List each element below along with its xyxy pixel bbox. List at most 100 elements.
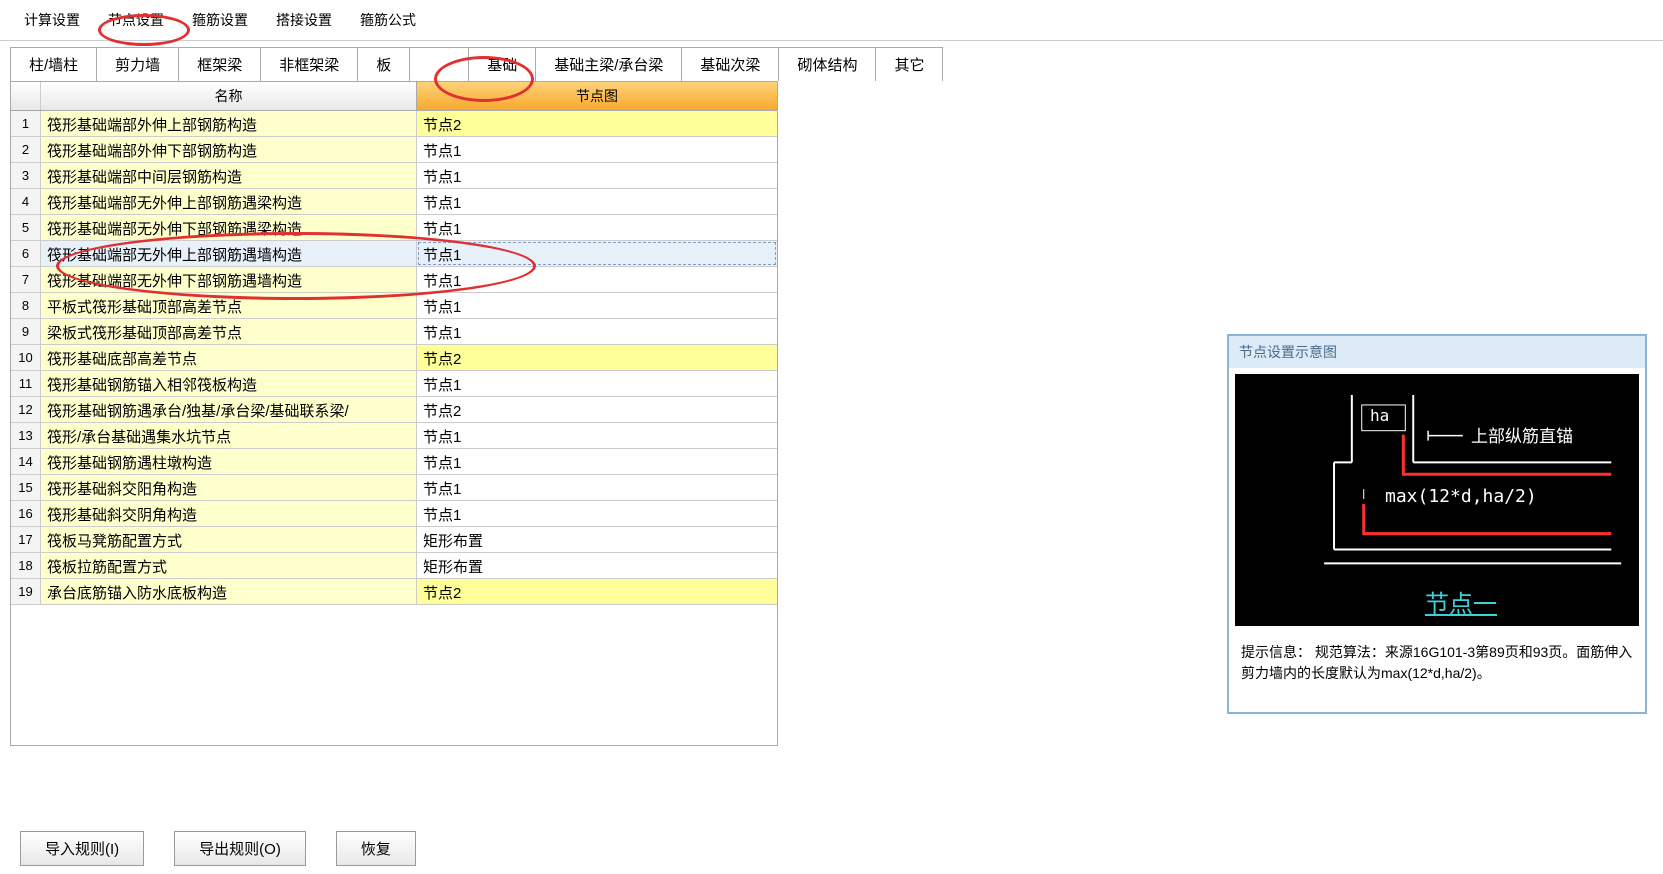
table-row[interactable]: 17筏板马凳筋配置方式矩形布置 bbox=[11, 527, 777, 553]
table-row[interactable]: 8平板式筏形基础顶部高差节点节点1 bbox=[11, 293, 777, 319]
menubar: 计算设置 节点设置 箍筋设置 搭接设置 箍筋公式 bbox=[0, 0, 1663, 41]
row-name-cell[interactable]: 筏形基础端部无外伸下部钢筋遇墙构造 bbox=[41, 267, 417, 292]
table-row[interactable]: 2筏形基础端部外伸下部钢筋构造节点1 bbox=[11, 137, 777, 163]
row-name-cell[interactable]: 筏形基础端部外伸上部钢筋构造 bbox=[41, 111, 417, 136]
row-node-cell[interactable]: 节点1 bbox=[417, 293, 777, 318]
node-table: 名称 节点图 1筏形基础端部外伸上部钢筋构造节点22筏形基础端部外伸下部钢筋构造… bbox=[10, 81, 778, 746]
tab-slab[interactable]: 板 bbox=[357, 47, 410, 81]
row-number: 7 bbox=[11, 267, 41, 292]
tab-masonry[interactable]: 砌体结构 bbox=[778, 47, 876, 81]
row-name-cell[interactable]: 平板式筏形基础顶部高差节点 bbox=[41, 293, 417, 318]
row-name-cell[interactable]: 筏形基础底部高差节点 bbox=[41, 345, 417, 370]
header-rownum bbox=[11, 82, 41, 110]
row-node-cell[interactable]: 节点1 bbox=[417, 319, 777, 344]
row-node-cell[interactable]: 节点1 bbox=[417, 501, 777, 526]
row-number: 10 bbox=[11, 345, 41, 370]
row-node-cell[interactable]: 节点1 bbox=[417, 475, 777, 500]
tab-other[interactable]: 其它 bbox=[875, 47, 943, 81]
row-number: 9 bbox=[11, 319, 41, 344]
table-row[interactable]: 4筏形基础端部无外伸上部钢筋遇梁构造节点1 bbox=[11, 189, 777, 215]
row-name-cell[interactable]: 筏形基础端部无外伸下部钢筋遇梁构造 bbox=[41, 215, 417, 240]
row-number: 12 bbox=[11, 397, 41, 422]
table-row[interactable]: 1筏形基础端部外伸上部钢筋构造节点2 bbox=[11, 111, 777, 137]
row-name-cell[interactable]: 筏板拉筋配置方式 bbox=[41, 553, 417, 578]
table-row[interactable]: 6筏形基础端部无外伸上部钢筋遇墙构造节点1 bbox=[11, 241, 777, 267]
tabbar: 柱/墙柱 剪力墙 框架梁 非框架梁 板 基础 基础主梁/承台梁 基础次梁 砌体结… bbox=[0, 41, 1663, 81]
tab-frame-beam[interactable]: 框架梁 bbox=[178, 47, 261, 81]
row-name-cell[interactable]: 筏形基础钢筋锚入相邻筏板构造 bbox=[41, 371, 417, 396]
row-node-cell[interactable]: 矩形布置 bbox=[417, 527, 777, 552]
row-node-cell[interactable]: 节点1 bbox=[417, 189, 777, 214]
tab-non-frame-beam[interactable]: 非框架梁 bbox=[260, 47, 358, 81]
diagram-upper-anchor-label: 上部纵筋直锚 bbox=[1471, 422, 1573, 447]
table-row[interactable]: 5筏形基础端部无外伸下部钢筋遇梁构造节点1 bbox=[11, 215, 777, 241]
row-node-cell[interactable]: 节点1 bbox=[417, 241, 777, 266]
tab-foundation-secondary-beam[interactable]: 基础次梁 bbox=[681, 47, 779, 81]
row-node-cell[interactable]: 节点1 bbox=[417, 137, 777, 162]
row-number: 3 bbox=[11, 163, 41, 188]
table-row[interactable]: 12筏形基础钢筋遇承台/独基/承台梁/基础联系梁/节点2 bbox=[11, 397, 777, 423]
row-name-cell[interactable]: 筏形基础端部无外伸上部钢筋遇墙构造 bbox=[41, 241, 417, 266]
tab-foundation-main-beam[interactable]: 基础主梁/承台梁 bbox=[535, 47, 682, 81]
row-name-cell[interactable]: 筏形基础钢筋遇柱墩构造 bbox=[41, 449, 417, 474]
restore-button[interactable]: 恢复 bbox=[336, 831, 416, 866]
menu-lap-settings[interactable]: 搭接设置 bbox=[262, 4, 346, 36]
row-node-cell[interactable]: 节点1 bbox=[417, 215, 777, 240]
row-number: 8 bbox=[11, 293, 41, 318]
table-row[interactable]: 11筏形基础钢筋锚入相邻筏板构造节点1 bbox=[11, 371, 777, 397]
row-node-cell[interactable]: 节点1 bbox=[417, 267, 777, 292]
menu-stirrup-formula[interactable]: 箍筋公式 bbox=[346, 4, 430, 36]
row-number: 2 bbox=[11, 137, 41, 162]
row-number: 4 bbox=[11, 189, 41, 214]
row-node-cell[interactable]: 节点1 bbox=[417, 449, 777, 474]
row-number: 6 bbox=[11, 241, 41, 266]
row-name-cell[interactable]: 筏形基础端部外伸下部钢筋构造 bbox=[41, 137, 417, 162]
bottom-button-bar: 导入规则(I) 导出规则(O) 恢复 bbox=[20, 831, 416, 866]
row-node-cell[interactable]: 节点2 bbox=[417, 345, 777, 370]
row-node-cell[interactable]: 节点1 bbox=[417, 163, 777, 188]
row-name-cell[interactable]: 筏形基础斜交阴角构造 bbox=[41, 501, 417, 526]
row-node-cell[interactable]: 节点2 bbox=[417, 579, 777, 604]
row-name-cell[interactable]: 梁板式筏形基础顶部高差节点 bbox=[41, 319, 417, 344]
diagram-formula-label: max(12*d,ha/2) bbox=[1385, 486, 1537, 507]
table-row[interactable]: 9梁板式筏形基础顶部高差节点节点1 bbox=[11, 319, 777, 345]
diagram-title: 节点设置示意图 bbox=[1229, 336, 1645, 368]
table-row[interactable]: 18筏板拉筋配置方式矩形布置 bbox=[11, 553, 777, 579]
table-row[interactable]: 16筏形基础斜交阴角构造节点1 bbox=[11, 501, 777, 527]
tab-shear-wall[interactable]: 剪力墙 bbox=[96, 47, 179, 81]
diagram-info: 提示信息： 规范算法：来源16G101-3第89页和93页。面筋伸入剪力墙内的长… bbox=[1229, 632, 1645, 712]
tab-foundation[interactable]: 基础 bbox=[468, 47, 536, 81]
header-name: 名称 bbox=[41, 82, 417, 110]
row-name-cell[interactable]: 筏形基础斜交阳角构造 bbox=[41, 475, 417, 500]
table-row[interactable]: 3筏形基础端部中间层钢筋构造节点1 bbox=[11, 163, 777, 189]
row-node-cell[interactable]: 节点1 bbox=[417, 423, 777, 448]
menu-rebar-settings[interactable]: 箍筋设置 bbox=[178, 4, 262, 36]
table-header: 名称 节点图 bbox=[11, 82, 777, 111]
row-node-cell[interactable]: 矩形布置 bbox=[417, 553, 777, 578]
export-rules-button[interactable]: 导出规则(O) bbox=[174, 831, 306, 866]
table-row[interactable]: 7筏形基础端部无外伸下部钢筋遇墙构造节点1 bbox=[11, 267, 777, 293]
diagram-ha-label: ha bbox=[1370, 406, 1389, 425]
table-row[interactable]: 13筏形/承台基础遇集水坑节点节点1 bbox=[11, 423, 777, 449]
row-node-cell[interactable]: 节点2 bbox=[417, 397, 777, 422]
import-rules-button[interactable]: 导入规则(I) bbox=[20, 831, 144, 866]
row-name-cell[interactable]: 筏形基础端部无外伸上部钢筋遇梁构造 bbox=[41, 189, 417, 214]
row-number: 11 bbox=[11, 371, 41, 396]
tab-column-wall[interactable]: 柱/墙柱 bbox=[10, 47, 97, 81]
table-row[interactable]: 10筏形基础底部高差节点节点2 bbox=[11, 345, 777, 371]
row-node-cell[interactable]: 节点1 bbox=[417, 371, 777, 396]
row-number: 5 bbox=[11, 215, 41, 240]
row-name-cell[interactable]: 承台底筋锚入防水底板构造 bbox=[41, 579, 417, 604]
row-name-cell[interactable]: 筏形基础端部中间层钢筋构造 bbox=[41, 163, 417, 188]
menu-node-settings[interactable]: 节点设置 bbox=[94, 4, 178, 36]
row-name-cell[interactable]: 筏形基础钢筋遇承台/独基/承台梁/基础联系梁/ bbox=[41, 397, 417, 422]
diagram-info-prefix: 提示信息： bbox=[1241, 644, 1311, 660]
menu-calc-settings[interactable]: 计算设置 bbox=[10, 4, 94, 36]
table-row[interactable]: 19承台底筋锚入防水底板构造节点2 bbox=[11, 579, 777, 605]
row-name-cell[interactable]: 筏形/承台基础遇集水坑节点 bbox=[41, 423, 417, 448]
row-node-cell[interactable]: 节点2 bbox=[417, 111, 777, 136]
table-row[interactable]: 14筏形基础钢筋遇柱墩构造节点1 bbox=[11, 449, 777, 475]
table-row[interactable]: 15筏形基础斜交阳角构造节点1 bbox=[11, 475, 777, 501]
row-number: 1 bbox=[11, 111, 41, 136]
row-name-cell[interactable]: 筏板马凳筋配置方式 bbox=[41, 527, 417, 552]
